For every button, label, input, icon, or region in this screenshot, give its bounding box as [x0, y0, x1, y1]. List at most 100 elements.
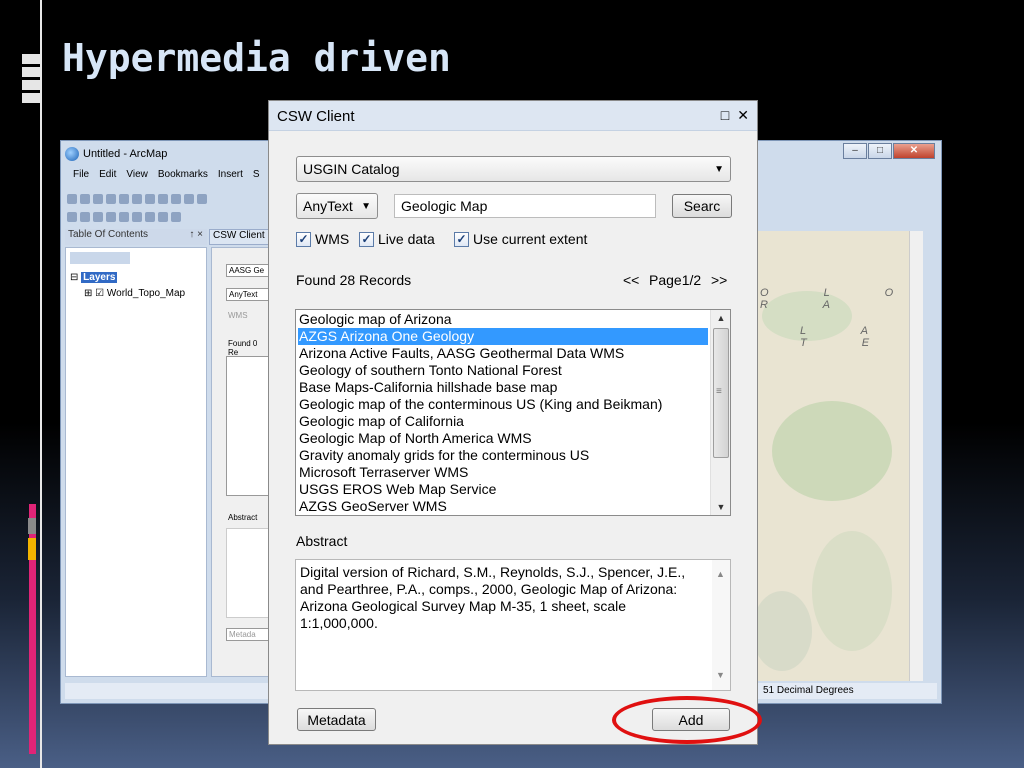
toc-layers-row[interactable]: ⊟ Layers — [70, 272, 118, 283]
maximize-button[interactable]: □ — [868, 143, 892, 159]
close-icon[interactable]: ✕ — [737, 107, 749, 124]
abstract-text: Digital version of Richard, S.M., Reynol… — [300, 564, 686, 631]
undo-icon[interactable] — [171, 194, 181, 204]
map-label-colorado: O L O R A — [760, 287, 920, 311]
save-icon[interactable] — [93, 194, 103, 204]
map-view[interactable]: O L O R A L A T E — [751, 231, 923, 681]
menu-insert[interactable]: Insert — [218, 169, 243, 180]
pointer-icon[interactable] — [171, 212, 181, 222]
scroll-down-icon[interactable]: ▼ — [711, 499, 730, 515]
tools-toolbar — [67, 209, 181, 225]
scroll-down-icon[interactable]: ▼ — [716, 667, 725, 684]
map-scrollbar[interactable] — [909, 231, 923, 681]
list-item[interactable]: Geologic Map of North America WMS — [298, 430, 708, 447]
dock-wms-check[interactable]: WMS — [226, 310, 270, 321]
live-data-label: Live data — [378, 231, 435, 247]
metadata-button[interactable]: Metadata — [297, 708, 376, 731]
minimize-button[interactable]: – — [843, 143, 867, 159]
layers-label: Layers — [81, 272, 118, 283]
pager-next[interactable]: >> — [711, 272, 727, 288]
scroll-grip-icon: ≡ — [716, 386, 722, 397]
zoom-out-icon[interactable] — [80, 212, 90, 222]
chevron-down-icon: ▼ — [714, 163, 724, 175]
pager-page: Page1/2 — [649, 272, 702, 288]
records-scrollbar[interactable]: ▲ ≡ ▼ — [710, 310, 730, 515]
scroll-up-icon[interactable]: ▲ — [716, 566, 725, 583]
use-current-extent-checkbox[interactable]: ✓ Use current extent — [454, 231, 587, 247]
dock-anytext-combo[interactable]: AnyText — [226, 288, 270, 301]
toc-pin-close-icon[interactable]: ↑ × — [189, 229, 203, 240]
new-icon[interactable] — [67, 194, 77, 204]
print-icon[interactable] — [106, 194, 116, 204]
zoom-in-icon[interactable] — [67, 212, 77, 222]
scroll-up-icon[interactable]: ▲ — [711, 310, 730, 326]
back-icon[interactable] — [132, 212, 142, 222]
menu-edit[interactable]: Edit — [99, 169, 116, 180]
search-field-value: AnyText — [303, 198, 353, 214]
dock-metadata-button[interactable]: Metada — [226, 628, 270, 641]
pager-prev[interactable]: << — [623, 272, 639, 288]
list-item[interactable]: USGS EROS Web Map Service — [298, 481, 708, 498]
live-data-checkbox[interactable]: ✓ Live data — [359, 231, 435, 247]
list-item[interactable]: Base Maps-California hillshade base map — [298, 379, 708, 396]
dock-catalog-combo[interactable]: AASG Ge — [226, 264, 270, 277]
list-item[interactable]: Gravity anomaly grids for the contermino… — [298, 447, 708, 464]
search-field-select[interactable]: AnyText ▼ — [296, 193, 378, 219]
menu-bookmarks[interactable]: Bookmarks — [158, 169, 208, 180]
catalog-select[interactable]: USGIN Catalog ▼ — [296, 156, 731, 182]
csw-client-tab[interactable]: CSW Client — [209, 229, 271, 245]
arcmap-globe-icon — [65, 147, 79, 161]
delete-icon[interactable] — [158, 194, 168, 204]
check-icon: ✓ — [454, 231, 469, 247]
search-button[interactable]: Searc — [672, 194, 732, 218]
list-item[interactable]: AZGS GeoServer WMS — [298, 498, 708, 515]
abstract-label: Abstract — [296, 533, 348, 549]
slide-decoration-yellow — [28, 538, 36, 560]
dock-abstract-label: Abstract — [228, 513, 258, 522]
open-icon[interactable] — [80, 194, 90, 204]
dialog-title: CSW Client — [277, 108, 355, 125]
list-item[interactable]: Geologic map of California — [298, 413, 708, 430]
cut-icon[interactable] — [119, 194, 129, 204]
list-item[interactable]: Geologic map of Arizona — [298, 311, 708, 328]
menu-view[interactable]: View — [126, 169, 148, 180]
toc-layer-item[interactable]: ⊞ ☑ World_Topo_Map — [84, 288, 185, 299]
list-item[interactable]: Geology of southern Tonto National Fores… — [298, 362, 708, 379]
list-item[interactable]: Arizona Active Faults, AASG Geothermal D… — [298, 345, 708, 362]
full-extent-icon[interactable] — [106, 212, 116, 222]
fixed-zoom-icon[interactable] — [119, 212, 129, 222]
close-button[interactable]: ✕ — [893, 143, 935, 159]
toc-view-icons — [70, 252, 130, 267]
wms-label: WMS — [315, 231, 350, 247]
chevron-down-icon: ▼ — [361, 200, 371, 212]
redo-icon[interactable] — [184, 194, 194, 204]
abstract-textbox[interactable]: Digital version of Richard, S.M., Reynol… — [295, 559, 731, 691]
menu-selection[interactable]: S — [253, 169, 260, 180]
list-item[interactable]: Microsoft Terraserver WMS — [298, 464, 708, 481]
list-item[interactable]: AZGS Arizona One Geology — [298, 328, 708, 345]
copy-icon[interactable] — [132, 194, 142, 204]
layer-world-topo-map: World_Topo_Map — [106, 288, 186, 299]
dock-found-label: Found 0 Re — [228, 339, 258, 357]
add-data-icon[interactable] — [197, 194, 207, 204]
wms-checkbox[interactable]: ✓ WMS — [296, 231, 349, 247]
dock-abstract-box — [226, 528, 270, 618]
abstract-scrollbar[interactable]: ▲ ▼ — [712, 560, 730, 690]
dock-results-list[interactable] — [226, 356, 270, 496]
list-item[interactable]: Geologic map of the conterminous US (Kin… — [298, 396, 708, 413]
csw-dock-panel: AASG Ge AnyText WMS Found 0 Re Abstract … — [211, 247, 271, 677]
select-icon[interactable] — [158, 212, 168, 222]
arcmap-titlebar: Untitled - ArcMap — [65, 145, 167, 163]
forward-icon[interactable] — [145, 212, 155, 222]
pan-icon[interactable] — [93, 212, 103, 222]
dialog-titlebar[interactable]: CSW Client □ ✕ — [269, 101, 757, 131]
restore-icon[interactable]: □ — [721, 107, 729, 124]
toc-header-label: Table Of Contents — [68, 229, 149, 240]
catalog-select-value: USGIN Catalog — [303, 161, 400, 177]
search-input[interactable]: Geologic Map — [394, 194, 656, 218]
toc-header: Table Of Contents ↑ × — [65, 229, 207, 245]
map-label-plateau: L A T E — [800, 325, 896, 349]
menu-file[interactable]: File — [73, 169, 89, 180]
records-list[interactable]: Geologic map of Arizona AZGS Arizona One … — [295, 309, 731, 516]
paste-icon[interactable] — [145, 194, 155, 204]
